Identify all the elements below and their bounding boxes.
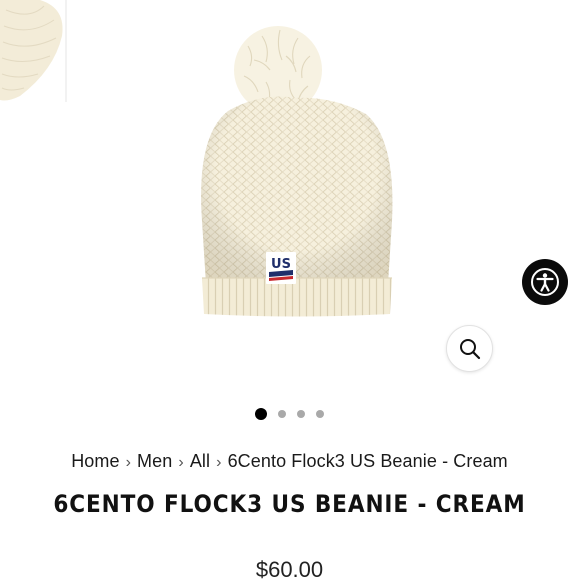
product-image-gallery[interactable]: US xyxy=(0,0,579,400)
gallery-dot-4[interactable] xyxy=(316,410,324,418)
previous-slide-image[interactable] xyxy=(0,0,68,102)
gallery-pagination xyxy=(0,407,579,421)
breadcrumb-separator: › xyxy=(178,454,184,471)
product-price: $60.00 xyxy=(255,557,324,580)
gallery-dot-2[interactable] xyxy=(278,410,286,418)
breadcrumb-current-product: 6Cento Flock3 US Beanie - Cream xyxy=(227,451,508,471)
us-team-badge: US xyxy=(266,252,296,284)
svg-text:US: US xyxy=(271,257,291,272)
product-title: 6CENTO FLOCK3 US BEANIE - CREAM xyxy=(53,490,526,518)
breadcrumb-all-link[interactable]: All xyxy=(190,451,210,471)
breadcrumb-men-link[interactable]: Men xyxy=(137,451,172,471)
breadcrumb-home-link[interactable]: Home xyxy=(71,451,119,471)
gallery-dot-3[interactable] xyxy=(297,410,305,418)
gallery-dot-1[interactable] xyxy=(255,408,267,420)
accessibility-person-icon xyxy=(531,268,559,296)
magnifier-icon xyxy=(459,338,480,359)
beanie-product-image[interactable]: US xyxy=(170,16,420,321)
breadcrumb-separator: › xyxy=(125,454,132,471)
breadcrumb: Home › Men › All › 6Cento Flock3 US Beanie - C… xyxy=(0,449,579,475)
accessibility-button[interactable] xyxy=(522,259,568,305)
breadcrumb-separator: › xyxy=(216,454,222,471)
zoom-button[interactable] xyxy=(446,325,493,372)
